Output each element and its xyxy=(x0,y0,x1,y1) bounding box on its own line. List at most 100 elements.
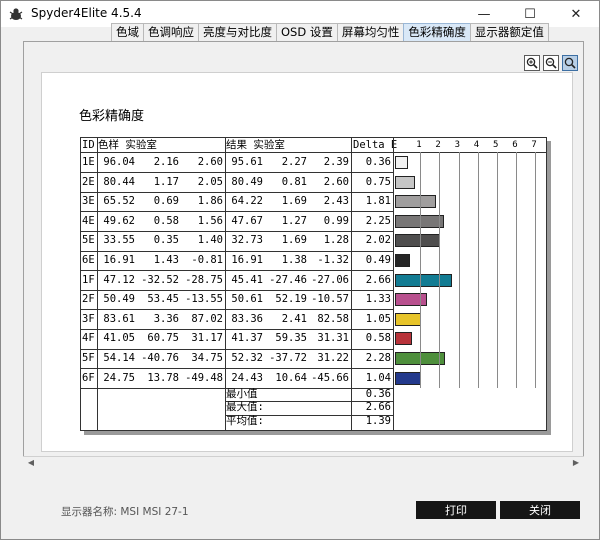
table-row: 1F 47.12 -32.52 -28.75 45.41 -27.46 -27.06 2.66 xyxy=(81,271,546,291)
result-a: 1.38 xyxy=(281,254,307,266)
delta-e-bar xyxy=(395,273,453,287)
zoom-out-button[interactable] xyxy=(543,55,559,71)
table-row: 6E 16.91 1.43 -0.81 16.91 1.38 -1.32 0.49 xyxy=(81,251,546,271)
delta-e-bar xyxy=(395,234,440,248)
delta-e-bar xyxy=(395,371,421,385)
result-l: 80.49 xyxy=(231,175,263,188)
result-l: 52.32 xyxy=(231,352,263,364)
axis-tick-label: 3 xyxy=(454,140,461,150)
table-row: 5F 54.14 -40.76 34.75 52.32 -37.72 31.22 2.28 xyxy=(81,349,546,369)
summary-row: 最小值 0.36 xyxy=(81,388,546,401)
result-l: 45.41 xyxy=(231,273,263,286)
result-b: 82.58 xyxy=(317,312,349,325)
summary-row: 平均值: 1.39 xyxy=(81,415,546,428)
sample-a: 2.16 xyxy=(153,156,179,168)
summary-label: 平均值: xyxy=(226,414,264,427)
delta-e-bar xyxy=(395,312,422,326)
patch-id: 5F xyxy=(82,352,95,364)
app-window: Spyder4Elite 4.5.4 — ☐ ✕ 色域 色调响应 亮度与对比度 OSD… xyxy=(0,0,600,540)
sample-b: 1.40 xyxy=(197,234,223,247)
horizontal-scrollbar[interactable]: ◀ ▶ xyxy=(23,456,584,467)
result-l: 64.22 xyxy=(231,195,263,208)
column-divider xyxy=(225,138,226,430)
sample-b: 2.60 xyxy=(197,156,223,168)
tab-6[interactable]: 显示器额定值 xyxy=(469,23,549,41)
sample-l: 41.05 xyxy=(103,332,135,345)
delta-e-bar xyxy=(395,175,416,189)
sample-l: 47.12 xyxy=(103,273,135,286)
result-a: 2.27 xyxy=(281,156,307,168)
delta-e-value: 2.25 xyxy=(365,214,391,227)
patch-id: 3F xyxy=(82,312,95,325)
close-window-button[interactable]: ✕ xyxy=(553,1,599,27)
delta-e-value: 1.05 xyxy=(365,312,391,325)
patch-id: 1E xyxy=(82,156,95,168)
result-a: 10.64 xyxy=(275,371,307,384)
result-a: 2.41 xyxy=(281,312,307,325)
print-button[interactable]: 打印 xyxy=(416,501,496,519)
axis-tick-label: 6 xyxy=(512,140,518,150)
sample-a: -40.76 xyxy=(141,352,179,364)
axis-tick-label: 7 xyxy=(531,140,537,150)
tab-1[interactable]: 色调响应 xyxy=(143,23,199,41)
table-row: 5E 33.55 0.35 1.40 32.73 1.69 1.28 2.02 xyxy=(81,231,546,251)
bar-gridline xyxy=(477,152,479,389)
tab-0[interactable]: 色域 xyxy=(111,23,144,41)
zoom-toolbar xyxy=(524,55,578,71)
scroll-right-icon[interactable]: ▶ xyxy=(570,457,582,468)
delta-e-bar xyxy=(395,156,408,169)
result-b: 2.43 xyxy=(323,195,349,208)
tab-4[interactable]: 屏幕均匀性 xyxy=(336,23,405,41)
tab-5[interactable]: 色彩精确度 xyxy=(403,23,471,41)
result-a: -27.46 xyxy=(269,273,307,286)
sample-b: 1.86 xyxy=(197,195,223,208)
zoom-out-icon xyxy=(545,57,557,69)
result-a: 0.81 xyxy=(281,175,307,188)
sample-b: -0.81 xyxy=(191,254,223,266)
sample-b: -49.48 xyxy=(185,371,223,384)
result-l: 32.73 xyxy=(231,234,263,247)
delta-e-value: 1.04 xyxy=(365,371,391,384)
zoom-in-icon xyxy=(526,57,538,69)
delta-e-bar xyxy=(395,254,411,267)
sample-a: -32.52 xyxy=(141,273,179,286)
delta-e-value: 2.28 xyxy=(365,352,391,364)
result-a: 1.69 xyxy=(281,195,307,208)
zoom-in-button[interactable] xyxy=(524,55,540,71)
sample-b: 1.56 xyxy=(197,214,223,227)
tab-strip: 色域 色调响应 亮度与对比度 OSD 设置 屏幕均匀性 色彩精确度 显示器额定值 xyxy=(111,23,549,41)
scroll-left-icon[interactable]: ◀ xyxy=(25,457,37,468)
sample-a: 0.58 xyxy=(153,214,179,227)
bar-gridline xyxy=(420,152,422,389)
zoom-fit-button[interactable] xyxy=(562,55,578,71)
sample-a: 13.78 xyxy=(147,371,179,384)
sample-a: 60.75 xyxy=(147,332,179,345)
result-b: -1.32 xyxy=(317,254,349,266)
header-result: 结果 实验室 xyxy=(226,139,285,151)
sample-a: 53.45 xyxy=(147,293,179,306)
patch-id: 5E xyxy=(82,234,95,247)
sample-l: 33.55 xyxy=(103,234,135,247)
result-b: -45.66 xyxy=(311,371,349,384)
result-a: 1.69 xyxy=(281,234,307,247)
table-row: 2F 50.49 53.45 -13.55 50.61 52.19 -10.57 1.33 xyxy=(81,290,546,310)
result-b: 2.60 xyxy=(323,175,349,188)
result-l: 95.61 xyxy=(231,156,263,168)
sample-a: 1.17 xyxy=(153,175,179,188)
table-row: 2E 80.44 1.17 2.05 80.49 0.81 2.60 0.75 xyxy=(81,173,546,193)
tab-2[interactable]: 亮度与对比度 xyxy=(198,23,277,41)
axis-tick-label: 1 xyxy=(416,140,422,150)
sample-a: 3.36 xyxy=(153,312,179,325)
table-row: 3F 83.61 3.36 87.02 83.36 2.41 82.58 1.05 xyxy=(81,310,546,330)
close-button[interactable]: 关闭 xyxy=(500,501,580,519)
result-b: 31.31 xyxy=(317,332,349,345)
sample-b: -13.55 xyxy=(185,293,223,306)
sample-b: 2.05 xyxy=(197,175,223,188)
delta-e-value: 1.33 xyxy=(365,293,391,306)
zoom-fit-icon xyxy=(564,57,576,69)
header-id: ID xyxy=(82,139,95,151)
delta-e-bar xyxy=(395,195,436,209)
tab-3[interactable]: OSD 设置 xyxy=(276,23,338,41)
result-a: 52.19 xyxy=(275,293,307,306)
result-l: 47.67 xyxy=(231,214,263,227)
